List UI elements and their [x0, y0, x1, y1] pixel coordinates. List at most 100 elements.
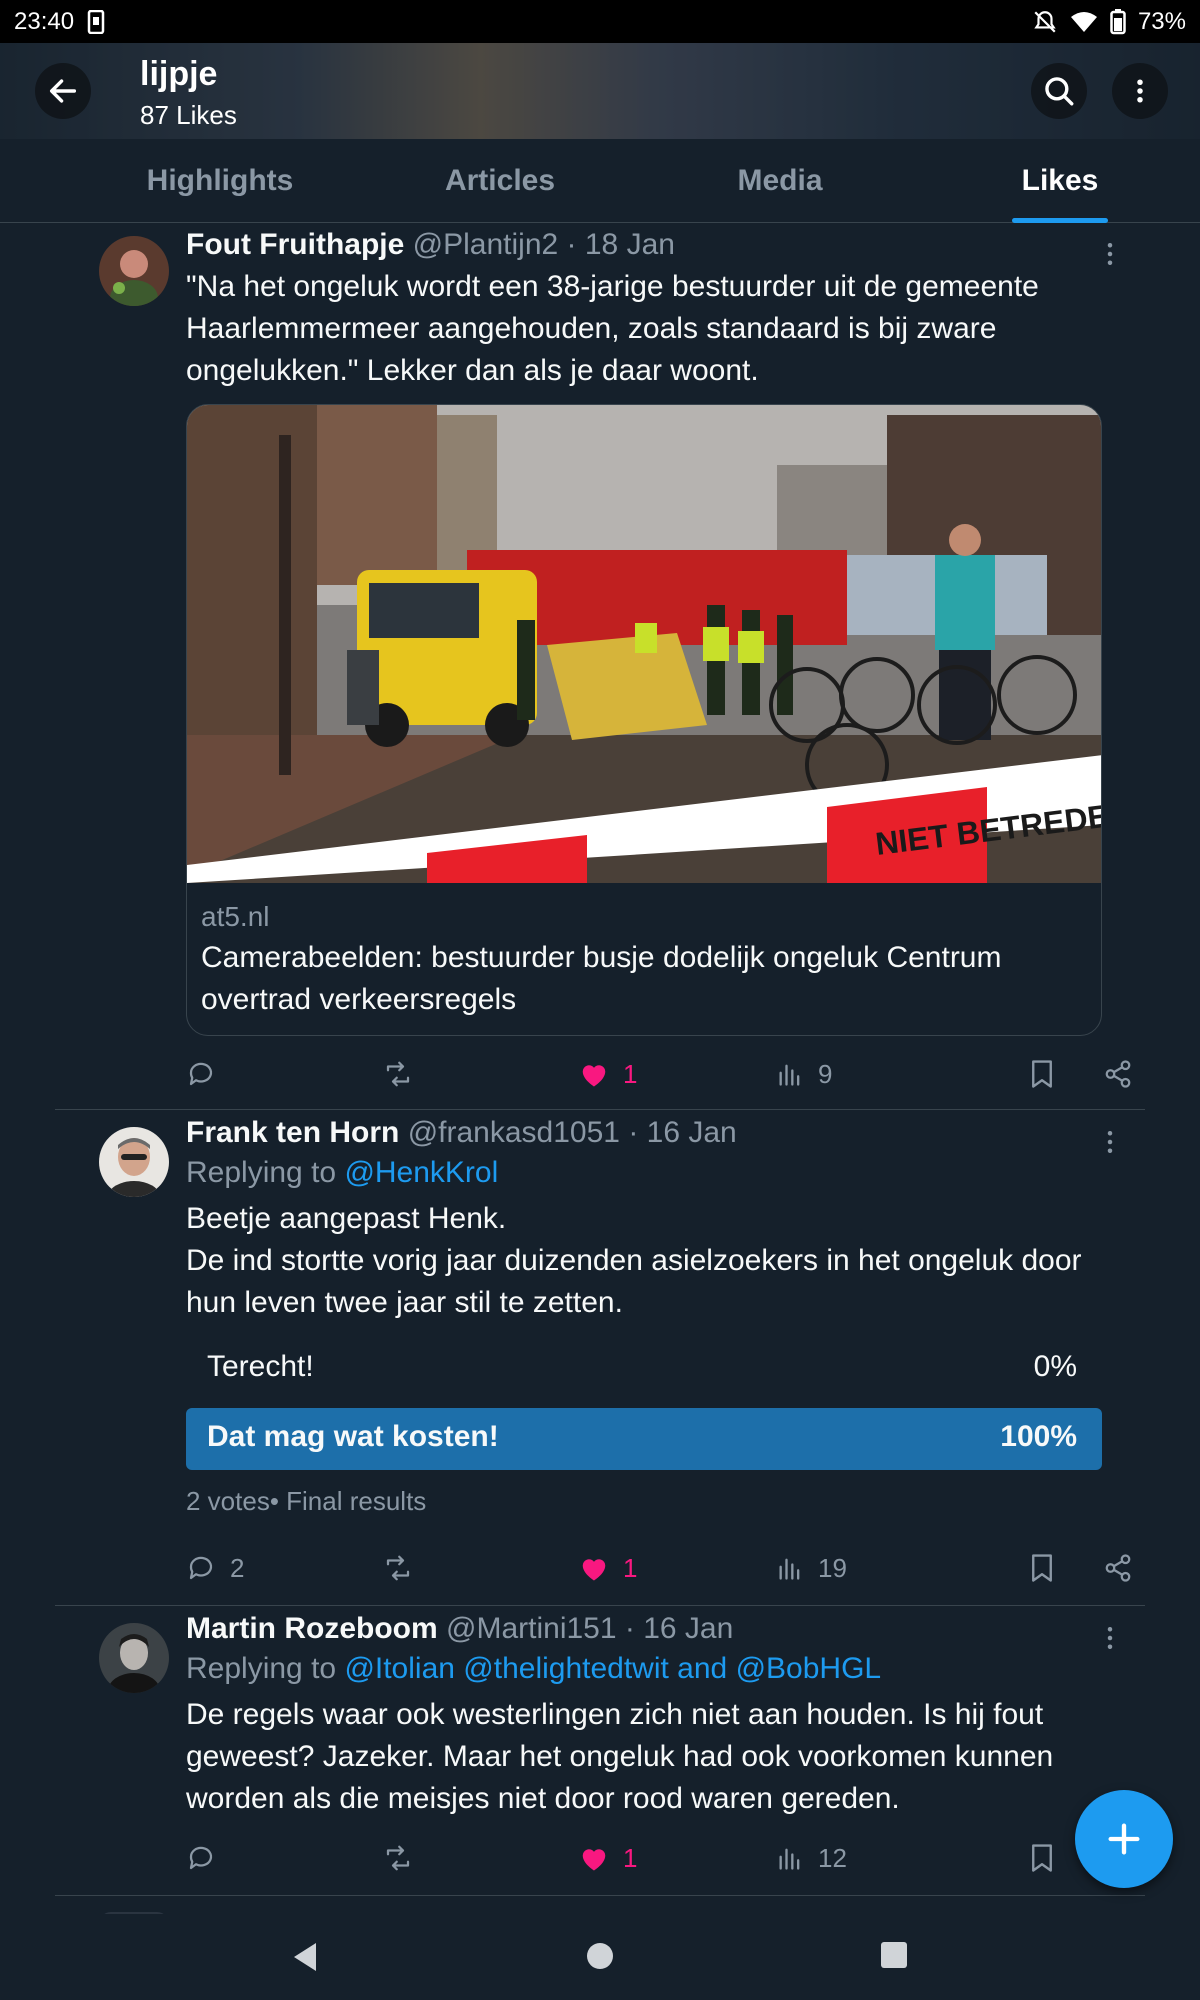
bookmark-icon — [1032, 1554, 1052, 1582]
article-image: NIET BETREDEN — [187, 405, 1101, 883]
tweet-date[interactable]: · 16 Jan — [625, 1612, 733, 1645]
avatar[interactable] — [99, 1127, 169, 1197]
profile-name: lijpje — [140, 55, 218, 93]
bookmark-button[interactable] — [1029, 1548, 1055, 1588]
more-vertical-icon[interactable] — [1095, 1127, 1125, 1157]
likes-timeline[interactable]: Fout Fruithapje @Plantijn2 · 18 Jan "Na … — [0, 224, 1200, 1914]
back-button[interactable] — [35, 63, 91, 119]
reply-mention-link[interactable]: @HenkKrol — [344, 1156, 498, 1189]
tab-likes[interactable]: Likes — [1012, 139, 1108, 223]
poll: Terecht! 0% Dat mag wat kosten! 100% 2 v… — [186, 1338, 1102, 1520]
reply-icon — [189, 1846, 213, 1870]
tweet-actions: 2 1 19 — [186, 1548, 1136, 1588]
tab-highlights[interactable]: Highlights — [130, 139, 310, 223]
tweet-date[interactable]: · 18 Jan — [567, 228, 675, 261]
repost-icon — [386, 1845, 410, 1871]
repost-icon — [386, 1061, 410, 1087]
search-icon — [1045, 77, 1074, 106]
views-count: 12 — [818, 1842, 847, 1873]
avatar[interactable] — [99, 236, 169, 306]
poll-summary: 2 votes• Final results — [186, 1486, 427, 1516]
more-vertical-icon[interactable] — [1095, 1623, 1125, 1653]
tweet-header: Fout Fruithapje @Plantijn2 · 18 Jan — [186, 226, 1102, 264]
views-button[interactable]: 12 — [776, 1838, 847, 1878]
back-arrow-icon — [49, 79, 77, 103]
author-handle[interactable]: @Plantijn2 — [413, 228, 559, 261]
heart-icon — [582, 1849, 606, 1871]
nav-back-icon — [294, 1943, 316, 1971]
author-name[interactable]: Frank ten Horn — [186, 1116, 399, 1149]
replying-to: Replying to @HenkKrol — [186, 1156, 499, 1189]
profile-tabs: Highlights Articles Media Likes — [0, 139, 1200, 223]
tweet[interactable]: Fout Fruithapje @Plantijn2 · 18 Jan "Na … — [55, 224, 1145, 1110]
author-handle[interactable]: @Martini151 — [446, 1612, 617, 1645]
author-name[interactable]: Martin Rozeboom — [186, 1612, 438, 1645]
tweet-text: De regels waar ook westerlingen zich nie… — [186, 1698, 1054, 1815]
tweet[interactable]: Martin Rozeboom @Martini151 · 16 Jan Rep… — [55, 1606, 1145, 1896]
bookmark-icon — [1032, 1060, 1052, 1088]
repost-button[interactable] — [382, 1838, 428, 1878]
reply-icon — [189, 1062, 213, 1086]
poll-option: Terecht! 0% — [207, 1350, 1077, 1383]
likes-count: 87 Likes — [140, 100, 237, 130]
tweet-header: Martin Rozeboom @Martini151 · 16 Jan — [186, 1610, 1102, 1648]
plus-icon — [1108, 1823, 1140, 1855]
views-count: 19 — [818, 1552, 847, 1583]
compose-button[interactable] — [1075, 1790, 1173, 1888]
repost-button[interactable] — [382, 1054, 428, 1094]
avatar[interactable] — [99, 1623, 169, 1693]
views-button[interactable]: 19 — [776, 1548, 847, 1588]
heart-icon — [582, 1065, 606, 1087]
tweet-date[interactable]: · 16 Jan — [628, 1116, 736, 1149]
tweet-actions: 1 9 — [186, 1054, 1136, 1094]
like-button[interactable]: 1 — [579, 1054, 637, 1094]
nav-recents-button[interactable] — [880, 1941, 908, 1974]
battery-icon — [1110, 8, 1126, 34]
bookmark-button[interactable] — [1029, 1838, 1055, 1878]
views-count: 9 — [818, 1058, 833, 1089]
share-icon — [1105, 1060, 1131, 1088]
nav-back-button[interactable] — [290, 1941, 320, 1978]
author-handle[interactable]: @frankasd1051 — [408, 1116, 620, 1149]
author-name[interactable]: Fout Fruithapje — [186, 228, 404, 261]
tab-articles[interactable]: Articles — [420, 139, 580, 223]
views-icon — [779, 1558, 800, 1580]
share-button[interactable] — [1103, 1548, 1133, 1588]
card-title: Camerabeelden: bestuurder busje dodelijk… — [201, 941, 1002, 1016]
more-vertical-icon[interactable] — [1095, 239, 1125, 269]
reply-button[interactable]: 2 — [186, 1548, 244, 1588]
views-icon — [779, 1064, 800, 1086]
reply-button[interactable] — [186, 1054, 230, 1094]
active-tab-indicator — [1012, 218, 1108, 223]
bookmark-button[interactable] — [1029, 1054, 1055, 1094]
tweet-text-line-2: De ind stortte vorig jaar duizenden asie… — [186, 1244, 1082, 1319]
mute-bell-icon — [1034, 10, 1056, 33]
heart-icon — [582, 1559, 606, 1581]
share-icon — [1105, 1554, 1131, 1582]
views-button[interactable]: 9 — [776, 1054, 832, 1094]
tweet-actions: 1 12 — [186, 1838, 1136, 1878]
search-button[interactable] — [1031, 63, 1087, 119]
battery-percent: 73% — [1137, 7, 1186, 35]
card-domain: at5.nl — [201, 901, 270, 932]
nav-recents-icon — [881, 1942, 907, 1968]
more-vertical-icon — [1137, 79, 1143, 103]
reply-button[interactable] — [186, 1838, 230, 1878]
tweet-text-line-1: Beetje aangepast Henk. — [186, 1202, 507, 1235]
views-icon — [779, 1848, 800, 1870]
tab-media[interactable]: Media — [710, 139, 850, 223]
reply-mention-link[interactable]: @Itolian @thelightedtwit and @BobHGL — [344, 1652, 881, 1685]
repost-button[interactable] — [382, 1548, 428, 1588]
tweet-text: "Na het ongeluk wordt een 38-jarige best… — [186, 270, 1039, 387]
like-button[interactable]: 1 — [579, 1548, 637, 1588]
more-options-button[interactable] — [1112, 63, 1168, 119]
tweet[interactable]: Frank ten Horn @frankasd1051 · 16 Jan Re… — [55, 1110, 1145, 1606]
repost-icon — [386, 1555, 410, 1581]
like-count: 1 — [623, 1552, 638, 1583]
profile-header: lijpje 87 Likes — [0, 43, 1200, 139]
share-button[interactable] — [1103, 1054, 1133, 1094]
nav-home-button[interactable] — [585, 1941, 615, 1976]
link-card[interactable]: NIET BETREDEN at5.nl Camerabeelden: best… — [186, 404, 1102, 1036]
system-navigation-bar — [0, 1914, 1200, 2000]
like-button[interactable]: 1 — [579, 1838, 637, 1878]
